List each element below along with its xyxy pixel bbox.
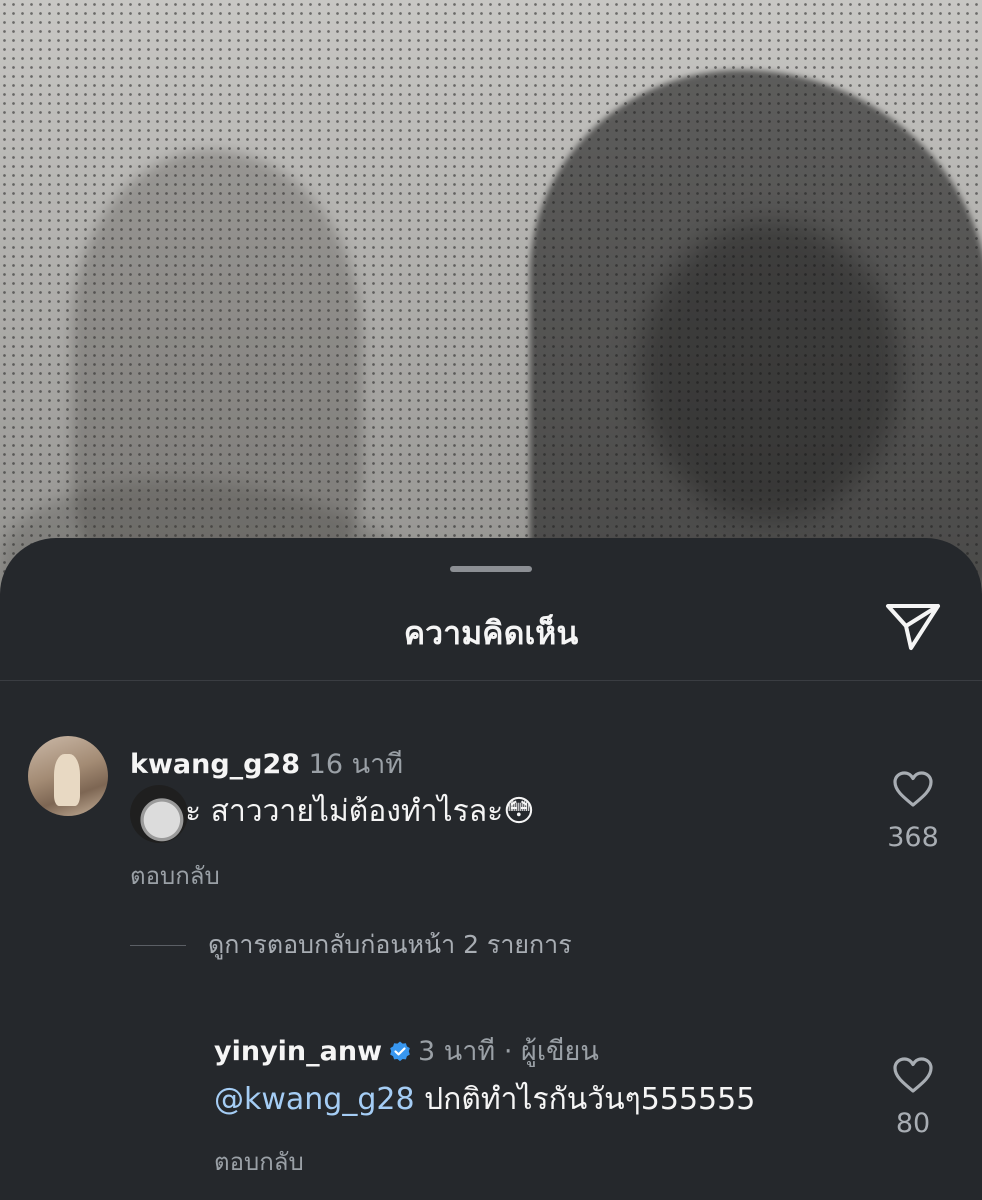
reply-reply-button[interactable]: ตอบกลับ [214,1142,304,1181]
comment-username[interactable]: kwang_g28 [130,749,300,780]
view-replies-label: ดูการตอบกลับก่อนหน้า 2 รายการ [208,930,572,959]
view-replies-line [130,944,186,946]
comment-time: 16 นาที [308,749,404,780]
sheet-grabber-handle[interactable] [450,566,532,572]
reply-separator: · [503,1036,513,1067]
comment-like-count: 368 [887,822,939,853]
comment-like-group: 368 [878,770,948,853]
share-button[interactable] [884,600,942,652]
photo-shadow-right-inner [640,220,900,520]
author-label: ผู้เขียน [521,1036,599,1067]
reply-header: yinyin_anw 3 นาที · ผู้เขียน [214,1029,599,1072]
comment-text: จบละ สาววายไม่ต้องทำไรละ😳 [130,788,535,835]
flushed-face-emoji: 😳 [503,794,535,829]
sheet-header-divider [0,680,982,681]
reply-username[interactable]: yinyin_anw [214,1036,382,1067]
sheet-title: ความคิดเห็น [403,614,579,652]
paper-plane-icon [886,604,940,650]
reply-text: @kwang_g28 ปกติทำไรกันวันๆ555555 [214,1076,755,1123]
comment-header: kwang_g28 16 นาที [130,742,403,785]
view-previous-replies-button[interactable]: ดูการตอบกลับก่อนหน้า 2 รายการ [130,930,572,960]
heart-icon[interactable] [892,1056,934,1094]
avatar-kwang-g28[interactable] [28,736,108,816]
reply-mention-link[interactable]: @kwang_g28 [214,1082,415,1117]
avatar-figure [54,754,80,806]
reply-like-count: 80 [895,1108,931,1139]
comments-sheet: ความคิดเห็น kwang_g28 16 นาที จบละ สาววา… [0,538,982,1200]
comment-reply-button[interactable]: ตอบกลับ [130,856,220,895]
verified-badge-icon [390,1041,410,1062]
reply-like-group: 80 [878,1056,948,1139]
reply-body: ปกติทำไรกันวันๆ555555 [424,1082,756,1117]
avatar-yinyin-anw[interactable] [130,785,188,843]
reply-time: 3 นาที [418,1036,496,1067]
heart-icon[interactable] [892,770,934,808]
